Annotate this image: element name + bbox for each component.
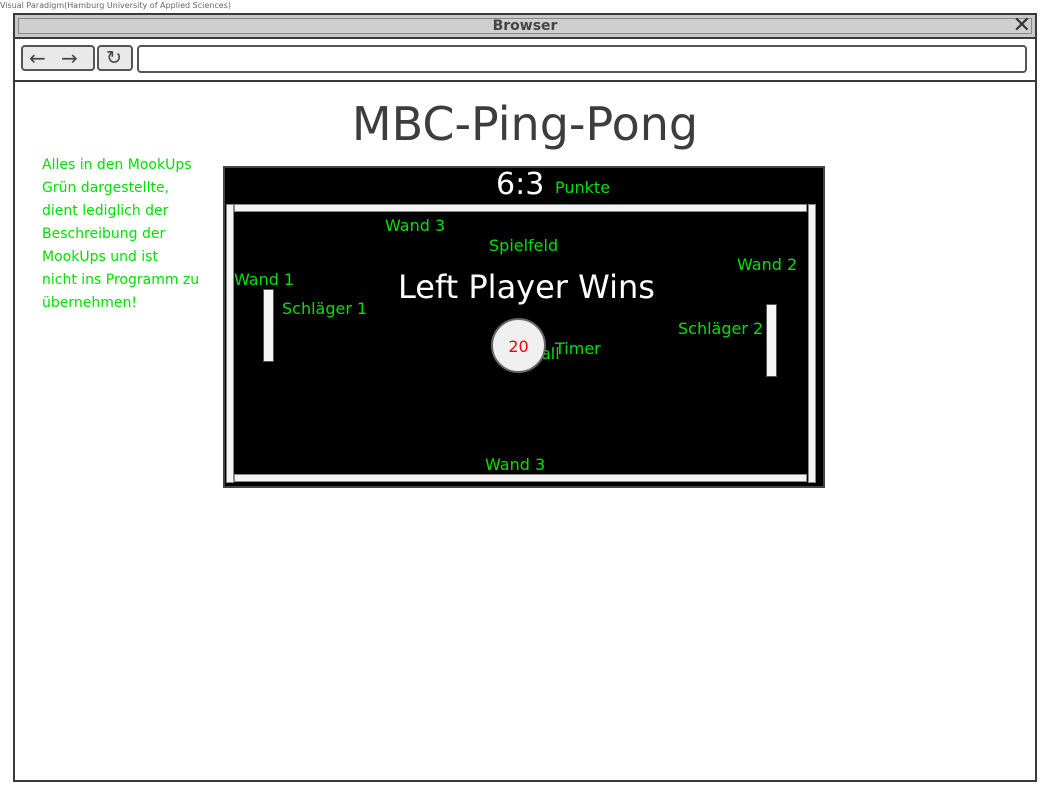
timer-value: 20 xyxy=(508,337,529,356)
arrow-left-icon[interactable]: ← xyxy=(29,47,46,69)
note-line: dient lediglich der xyxy=(42,203,169,219)
note-line: übernehmen! xyxy=(42,295,137,311)
paddle-left-label: Schläger 1 xyxy=(282,299,368,318)
note-line: nicht ins Programm zu xyxy=(42,272,200,288)
annotation-note: Alles in den MookUps Grün dargestellte, … xyxy=(42,154,212,315)
paddle-left xyxy=(263,289,274,362)
wall-right-label: Wand 2 xyxy=(737,255,798,274)
window-title: Browser xyxy=(492,18,558,34)
field-label: Spielfeld xyxy=(489,236,559,255)
ball: 20 xyxy=(491,318,546,373)
timer-label: Timer xyxy=(555,339,601,358)
note-line: Alles in den MookUps xyxy=(42,157,192,173)
reload-icon[interactable]: ↻ xyxy=(106,47,122,69)
note-line: Grün dargestellte, xyxy=(42,180,170,196)
watermark-text: Visual Paradigm(Hamburg University of Ap… xyxy=(0,1,231,10)
wall-right xyxy=(808,204,816,483)
close-icon[interactable]: ✕ xyxy=(1013,15,1031,37)
paddle-right xyxy=(766,304,777,377)
paddle-right-label: Schläger 2 xyxy=(678,319,764,338)
note-line: MookUps und ist xyxy=(42,249,158,265)
title-bar: Browser ✕ xyxy=(15,15,1035,39)
wall-left xyxy=(226,204,234,483)
browser-toolbar: ← → ↻ xyxy=(15,39,1035,82)
page-title: MBC-Ping-Pong xyxy=(351,97,699,151)
wall-bottom xyxy=(234,474,807,482)
wall-top xyxy=(234,204,807,212)
wall-bottom-label: Wand 3 xyxy=(485,455,546,474)
arrow-right-icon[interactable]: → xyxy=(61,47,78,69)
winner-message: Left Player Wins xyxy=(398,268,655,306)
wall-top-label: Wand 3 xyxy=(385,216,446,235)
wall-left-label: Wand 1 xyxy=(234,270,295,289)
score-display: 6:3 xyxy=(496,167,545,202)
score-label: Punkte xyxy=(555,178,611,197)
back-forward-button[interactable]: ← → xyxy=(21,45,95,71)
note-line: Beschreibung der xyxy=(42,226,166,242)
url-input[interactable] xyxy=(137,45,1027,73)
reload-button[interactable]: ↻ xyxy=(97,45,133,71)
